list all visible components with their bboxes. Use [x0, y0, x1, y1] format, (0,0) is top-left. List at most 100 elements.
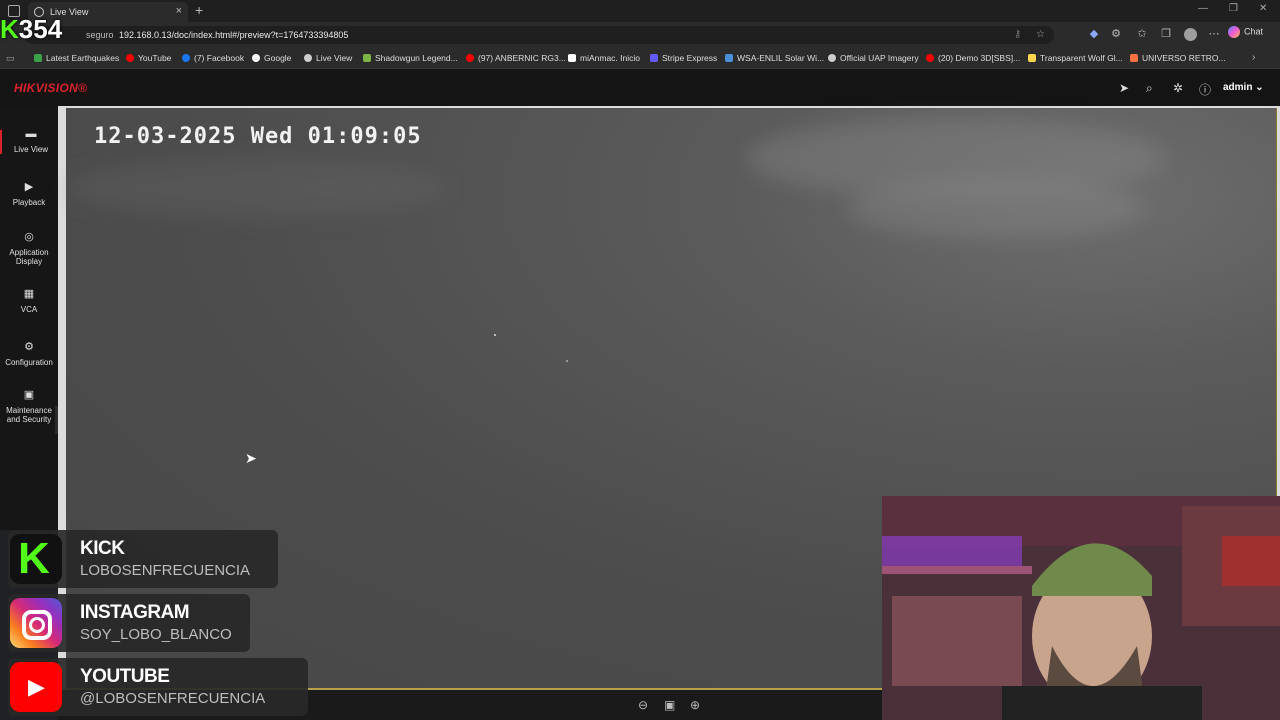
bookmark-favicon — [363, 54, 371, 62]
social-handle: SOY_LOBO_BLANCO — [80, 626, 232, 643]
bookmarks-bar: ▭ Latest Earthquakes YouTube (7) Faceboo… — [0, 48, 1280, 69]
browser-tab-bar: Live View × + — ❐ ✕ — [0, 0, 1280, 22]
instagram-social-card: INSTAGRAM SOY_LOBO_BLANCO — [8, 594, 250, 652]
sidebar-item-label: Application Display — [9, 248, 49, 266]
chat-label: Chat — [1244, 26, 1264, 37]
bookmark-item[interactable]: Latest Earthquakes — [34, 53, 119, 63]
more-menu-icon[interactable]: ⋯ — [1208, 28, 1220, 40]
bookmark-item[interactable]: Transparent Wolf Gl... — [1028, 53, 1123, 63]
sidebar-toggle-icon[interactable]: ▭ — [6, 53, 15, 64]
kick-logo-icon: K — [10, 534, 62, 584]
collections-icon[interactable]: ❐ — [1160, 28, 1172, 40]
bookmark-favicon — [126, 54, 134, 62]
maximize-button[interactable]: ❐ — [1229, 3, 1238, 14]
webcam-image — [882, 496, 1280, 720]
mouse-cursor-icon: ➤ — [245, 450, 257, 466]
bookmark-favicon — [466, 54, 474, 62]
profile-avatar[interactable] — [1184, 28, 1197, 41]
star-dot — [566, 360, 568, 362]
sidebar-item-live-view[interactable]: ▬ Live View — [0, 129, 60, 154]
tab-close-button[interactable]: × — [176, 5, 182, 17]
application-icon: ◎ — [24, 231, 34, 243]
bookmark-favicon — [34, 54, 42, 62]
sidebar-item-label: Playback — [12, 198, 46, 207]
sidebar-item-application-display[interactable]: ◎ Application Display — [0, 231, 58, 267]
next-icon[interactable]: ⊕ — [690, 698, 700, 712]
gear-icon: ⚙ — [24, 341, 34, 353]
bookmark-favicon — [926, 54, 934, 62]
search-icon[interactable]: ⌕ — [1146, 81, 1153, 96]
new-tab-button[interactable]: + — [195, 2, 203, 18]
webcam-overlay — [882, 496, 1280, 720]
youtube-social-card: ▶ YOUTUBE @LOBOSENFRECUENCIA — [8, 658, 308, 716]
url-text[interactable]: 192.168.0.13/doc/index.html#/preview?t=1… — [119, 30, 348, 40]
bookmark-item[interactable]: (20) Demo 3D[SBS]... — [926, 53, 1020, 63]
send-icon[interactable]: ➤ — [1119, 81, 1129, 95]
social-title: YOUTUBE — [80, 666, 170, 687]
bookmark-favicon — [568, 54, 576, 62]
kick-viewer-counter: K354 — [0, 14, 63, 44]
chat-button[interactable]: Chat — [1228, 26, 1276, 44]
bookmark-favicon — [828, 54, 836, 62]
bookmark-favicon — [252, 54, 260, 62]
youtube-logo-icon: ▶ — [10, 662, 62, 712]
bookmark-favicon — [1130, 54, 1138, 62]
security-label[interactable]: seguro — [86, 30, 114, 40]
hikvision-logo: HIKVISION® — [14, 81, 88, 95]
star-icon[interactable]: ☆ — [1036, 29, 1045, 40]
bookmark-item[interactable]: Shadowgun Legend... — [363, 53, 458, 63]
user-name: admin — [1223, 82, 1253, 93]
cloud-shape — [846, 178, 1146, 238]
social-title: KICK — [80, 538, 125, 559]
plugin-icon[interactable]: ✲ — [1173, 81, 1183, 95]
bookmark-favicon — [650, 54, 658, 62]
info-icon[interactable]: ⓘ — [1199, 81, 1211, 98]
close-window-button[interactable]: ✕ — [1259, 3, 1267, 14]
kick-social-card: K KICK LOBOSENFRECUENCIA — [8, 530, 278, 588]
key-icon[interactable]: ⚷ — [1014, 29, 1021, 40]
social-title: INSTAGRAM — [80, 602, 190, 623]
url-field[interactable]: seguro 192.168.0.13/doc/index.html#/prev… — [24, 26, 1054, 44]
puzzle-icon[interactable]: ⚙ — [1110, 28, 1122, 40]
sidebar-item-label: Configuration — [5, 358, 53, 367]
instagram-logo-icon — [10, 598, 62, 648]
sidebar-item-label: VCA — [20, 305, 38, 314]
social-handle: @LOBOSENFRECUENCIA — [80, 690, 266, 707]
sidebar-item-maintenance[interactable]: ▣ Maintenance and Security — [0, 389, 58, 425]
bookmark-item[interactable]: Google — [252, 53, 291, 63]
maintenance-icon: ▣ — [23, 389, 35, 401]
cloud-shape — [66, 158, 446, 218]
bookmark-item[interactable]: Stripe Express — [650, 53, 717, 63]
social-handle: LOBOSENFRECUENCIA — [80, 562, 251, 579]
chevron-down-icon: ⌄ — [1255, 82, 1264, 93]
star-dot — [494, 334, 496, 336]
chevron-right-icon[interactable]: › — [1252, 52, 1255, 63]
sidebar-item-vca[interactable]: ▦ VCA — [0, 288, 58, 315]
minimize-button[interactable]: — — [1198, 3, 1208, 14]
bookmark-item[interactable]: Official UAP Imagery — [828, 53, 919, 63]
sidebar-item-label: Live View — [13, 145, 49, 154]
sidebar-item-label: Maintenance and Security — [6, 406, 52, 424]
bookmark-favicon — [725, 54, 733, 62]
bookmark-item[interactable]: WSA-ENLIL Solar Wi... — [725, 53, 824, 63]
address-bar-row: seguro 192.168.0.13/doc/index.html#/prev… — [0, 22, 1280, 48]
bookmark-item[interactable]: (97) ANBERNIC RG3... — [466, 53, 566, 63]
sidebar: ▬ Live View ▶ Playback ◎ Application Displa… — [0, 106, 58, 530]
window-layout-icon[interactable]: ▣ — [664, 698, 675, 712]
osd-timestamp: 12-03-2025 Wed 01:09:05 — [94, 124, 422, 149]
user-menu[interactable]: admin ⌄ — [1223, 82, 1264, 93]
extension-icon[interactable]: ◆ — [1088, 28, 1100, 40]
bookmark-item[interactable]: YouTube — [126, 53, 171, 63]
previous-icon[interactable]: ⊖ — [638, 698, 648, 712]
bookmark-item[interactable]: Live View — [304, 53, 352, 63]
bookmark-item[interactable]: (7) Facebook — [182, 53, 244, 63]
sidebar-item-configuration[interactable]: ⚙ Configuration — [0, 341, 58, 368]
favorites-icon[interactable]: ✩ — [1136, 28, 1148, 40]
sidebar-item-playback[interactable]: ▶ Playback — [0, 181, 58, 208]
bookmark-item[interactable]: miAnmac. Inicio — [568, 53, 640, 63]
playback-icon: ▶ — [24, 181, 34, 193]
bookmark-favicon — [304, 54, 312, 62]
hikvision-header: HIKVISION® ➤ ⌕ ✲ ⓘ admin ⌄ — [0, 69, 1280, 106]
vca-icon: ▦ — [23, 288, 35, 300]
bookmark-item[interactable]: UNIVERSO RETRO... — [1130, 53, 1226, 63]
